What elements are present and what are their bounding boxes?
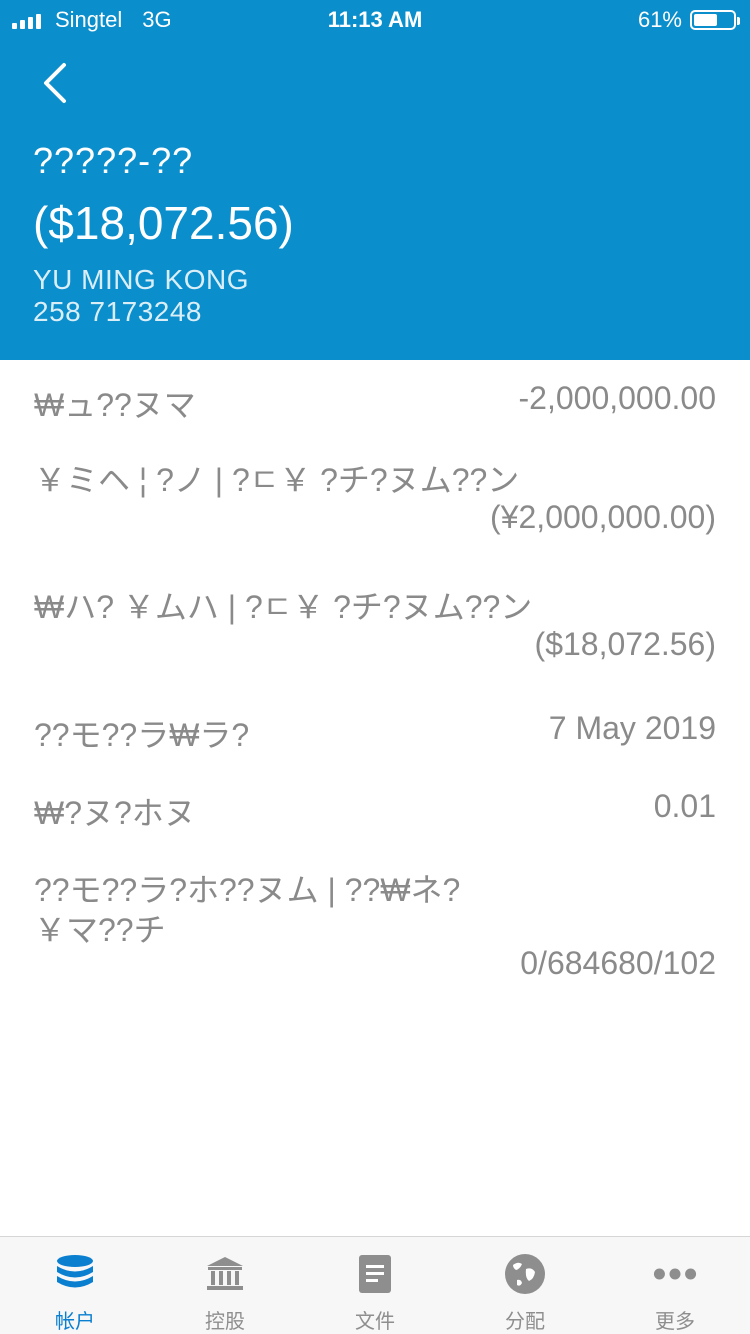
detail-label: ??モ??ラ₩ラ? (34, 717, 250, 753)
detail-value: 0.01 (653, 788, 716, 824)
tab-more[interactable]: 更多 (600, 1237, 750, 1334)
account-balance: ($18,072.56) (33, 197, 294, 249)
account-holder-name: YU MING KONG (33, 264, 250, 295)
chevron-left-icon (44, 63, 66, 103)
document-icon (353, 1253, 397, 1295)
tab-label: 控股 (205, 1311, 245, 1333)
battery-percent: 61% (637, 7, 682, 32)
tab-holdings[interactable]: 控股 (150, 1237, 300, 1334)
account-name: ?????-?? (33, 140, 194, 181)
tab-label: 帐户 (55, 1311, 95, 1333)
back-button[interactable] (30, 58, 80, 108)
detail-row: ₩ハ? ￥ムハ | ?ㄷ￥ ?チ?ヌム??ン ($18,072.56) (34, 582, 716, 662)
detail-value: (¥2,000,000.00) (490, 499, 716, 535)
detail-label: ￥ミヘ ¦ ?ノ | ?ㄷ￥ ?チ?ヌム??ン (34, 462, 520, 498)
detail-value: 7 May 2019 (548, 710, 716, 746)
account-detail-screen: Singtel 3G 11:13 AM 61% ?????-?? ($18,07… (0, 0, 750, 1334)
tab-accounts[interactable]: 帐户 (0, 1237, 150, 1334)
status-right: 61% (637, 0, 740, 40)
detail-label-continued: ￥マ??チ (34, 912, 166, 948)
more-icon (653, 1253, 697, 1295)
tab-label: 文件 (355, 1311, 395, 1333)
tab-bar: 帐户 控股 文件 分配 更多 (0, 1236, 750, 1334)
tab-allocation[interactable]: 分配 (450, 1237, 600, 1334)
account-header: Singtel 3G 11:13 AM 61% ?????-?? ($18,07… (0, 0, 750, 360)
account-number: 258 7173248 (33, 296, 203, 327)
detail-label: ₩ハ? ￥ムハ | ?ㄷ￥ ?チ?ヌム??ン (34, 589, 533, 625)
tab-documents[interactable]: 文件 (300, 1237, 450, 1334)
detail-label: ₩ュ??ヌマ (34, 387, 196, 423)
tab-label: 分配 (505, 1311, 545, 1333)
tab-label: 更多 (655, 1311, 695, 1333)
battery-icon (690, 10, 740, 30)
detail-value: -2,000,000.00 (518, 380, 717, 416)
detail-value: 0/684680/102 (520, 945, 716, 981)
account-details: ₩ュ??ヌマ -2,000,000.00 ￥ミヘ ¦ ?ノ | ?ㄷ￥ ?チ?ヌ… (0, 360, 750, 1236)
detail-row: ??モ??ラ?ホ??ヌム | ??₩ネ? ￥マ??チ 0/684680/102 (34, 865, 716, 985)
database-icon (53, 1253, 97, 1295)
status-bar: Singtel 3G 11:13 AM 61% (0, 0, 750, 40)
bank-icon (203, 1253, 247, 1295)
detail-value: ($18,072.56) (534, 626, 716, 662)
detail-row: ￥ミヘ ¦ ?ノ | ?ㄷ￥ ?チ?ヌム??ン (¥2,000,000.00) (34, 455, 716, 535)
detail-label: ₩?ヌ?ホヌ (34, 795, 196, 831)
battery-fill (694, 14, 717, 26)
globe-icon (503, 1253, 547, 1295)
